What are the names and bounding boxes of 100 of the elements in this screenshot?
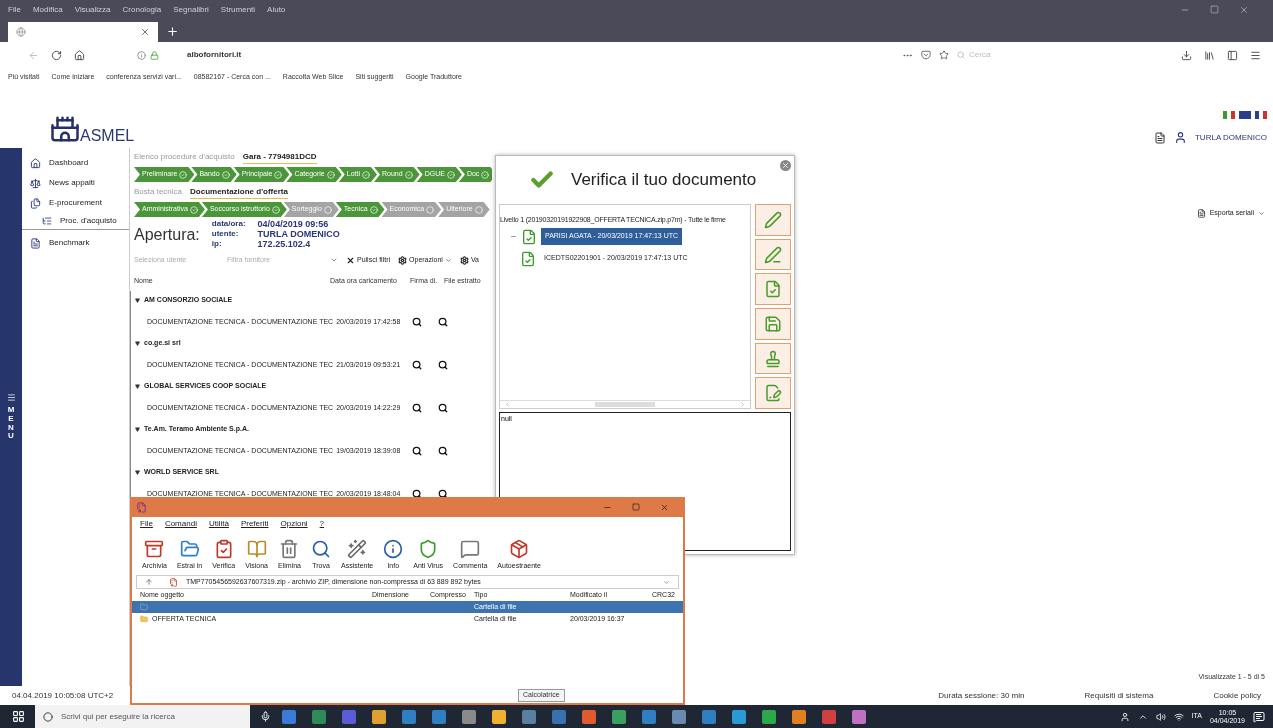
taskbar-app-icon[interactable] [702,709,716,724]
taskbar-app-icon[interactable] [822,709,836,724]
folder-icon [140,603,148,611]
session-text: Durata sessione: 30 min [938,689,1025,702]
expand-icon[interactable] [135,298,140,303]
close-icon[interactable] [660,502,669,512]
check-circle-icon [271,205,280,214]
close-icon[interactable] [140,27,150,37]
taskbar-app-icon[interactable] [762,709,776,724]
menu-item[interactable]: Segnalibri [173,4,209,16]
expand-icon[interactable] [135,427,140,432]
sidebar-item[interactable]: E-procurement [22,196,129,210]
search-icon[interactable] [412,489,423,499]
close-icon[interactable] [1239,5,1249,15]
pocket-icon[interactable] [921,50,931,60]
taskbar-app-icon[interactable] [852,709,866,724]
menu-item[interactable]: Cronologia [122,4,162,16]
taskbar-app-icon[interactable] [522,709,536,724]
search-icon[interactable] [438,446,449,456]
search-icon[interactable] [412,403,423,413]
sidebar-item[interactable]: Dashboard [22,156,129,170]
taskbar-app-icon[interactable] [642,709,656,724]
taskbar-app-icon[interactable] [372,709,386,724]
sidebar-subitem[interactable]: Proc. d'acquisto [22,216,129,230]
network-icon[interactable] [1173,711,1184,722]
speaker-icon[interactable] [1155,711,1166,722]
menu-item[interactable]: Strumenti [220,4,256,16]
people-icon[interactable] [1119,711,1130,722]
signature-tool-button[interactable] [755,273,791,305]
collapse-icon[interactable] [510,233,517,240]
circle-icon [426,205,435,214]
url-field[interactable]: albofornitori.it Cerca [137,46,1017,64]
taskbar-app-icon[interactable] [582,709,596,724]
library-icon[interactable] [1204,49,1215,61]
taskbar-app-icon[interactable] [432,709,446,724]
expand-icon[interactable] [135,341,140,346]
signature-tool-button[interactable] [755,377,791,410]
expand-icon[interactable] [135,470,140,475]
search-icon[interactable] [438,403,449,413]
sidebar-item[interactable]: News appalti [22,176,129,190]
language-flags-icon[interactable] [1223,111,1267,119]
new-tab-icon[interactable] [166,25,179,38]
tool-icon [509,538,530,559]
footer-link[interactable]: Cookie policy [1213,689,1261,702]
up-arrow-icon[interactable] [145,578,153,586]
signature-tool-button[interactable] [755,238,791,271]
signature-tool-button[interactable] [755,204,791,236]
notification-icon[interactable] [1253,710,1265,723]
search-icon[interactable] [412,446,423,456]
menu-item[interactable]: Preferiti [240,518,269,530]
search-icon[interactable] [412,317,423,327]
menu-item[interactable]: Comandi [164,518,197,530]
home-icon[interactable] [74,49,85,61]
expand-icon[interactable] [135,384,140,389]
tool-icon [246,538,267,559]
menu-item[interactable]: File [8,4,21,16]
taskbar-app-icon[interactable] [732,709,746,724]
scrollbar-thumb[interactable] [595,402,655,407]
menu-item[interactable]: Opzioni [280,518,308,530]
signature-tool-button[interactable] [755,308,791,340]
download-icon[interactable] [1181,49,1192,61]
sidebar-item[interactable]: Benchmark [22,236,129,250]
caret-icon[interactable] [330,256,338,264]
search-icon[interactable] [438,360,449,370]
reload-icon[interactable] [51,49,62,61]
breadcrumb-tab[interactable]: Documentazione d'offerta [190,185,288,199]
menu-item[interactable]: Utilità [208,518,229,530]
menu-strip[interactable]: MENU [0,148,22,686]
taskbar-app-icon[interactable] [612,709,626,724]
search-icon[interactable] [412,360,423,370]
microphone-icon[interactable] [260,711,271,722]
taskbar-app-icon[interactable] [492,709,506,724]
taskbar-search-field[interactable]: Scrivi qui per eseguire la ricerca [35,705,250,728]
taskbar-app-icon[interactable] [672,709,686,724]
taskbar-app-icon[interactable] [792,709,806,724]
menu-item[interactable]: ? [319,518,325,530]
circle-icon [323,205,332,214]
menu-item[interactable]: Modifica [32,4,63,16]
search-icon[interactable] [438,317,449,327]
menu-icon[interactable] [1250,49,1261,61]
horizontal-scrollbar[interactable] [500,400,750,408]
star-icon[interactable] [939,50,949,60]
taskbar-app-icon[interactable] [282,709,296,724]
taskbar-app-icon[interactable] [402,709,416,724]
footer-link[interactable]: Requisiti di sistema [1084,689,1154,702]
start-icon[interactable] [12,710,25,723]
menu-item[interactable]: Aiuto [267,4,286,16]
search-icon[interactable] [438,489,449,499]
taskbar-app-icon[interactable] [462,709,476,724]
user-name[interactable]: TURLA DOMENICO [1195,131,1267,144]
menu-item[interactable]: Visualizza [74,4,111,16]
sidebar-icon[interactable] [1227,49,1238,61]
close-icon[interactable] [780,159,791,171]
document-icon[interactable] [1154,131,1166,144]
maximize-icon[interactable] [632,502,640,511]
taskbar-app-icon[interactable] [312,709,326,724]
signature-tool-button[interactable] [755,342,791,375]
menu-item[interactable]: File [140,518,153,530]
asmel-logo[interactable]: ASMEL [50,114,135,144]
breadcrumb-tab[interactable]: Gara - 7794981DCD [242,150,317,164]
